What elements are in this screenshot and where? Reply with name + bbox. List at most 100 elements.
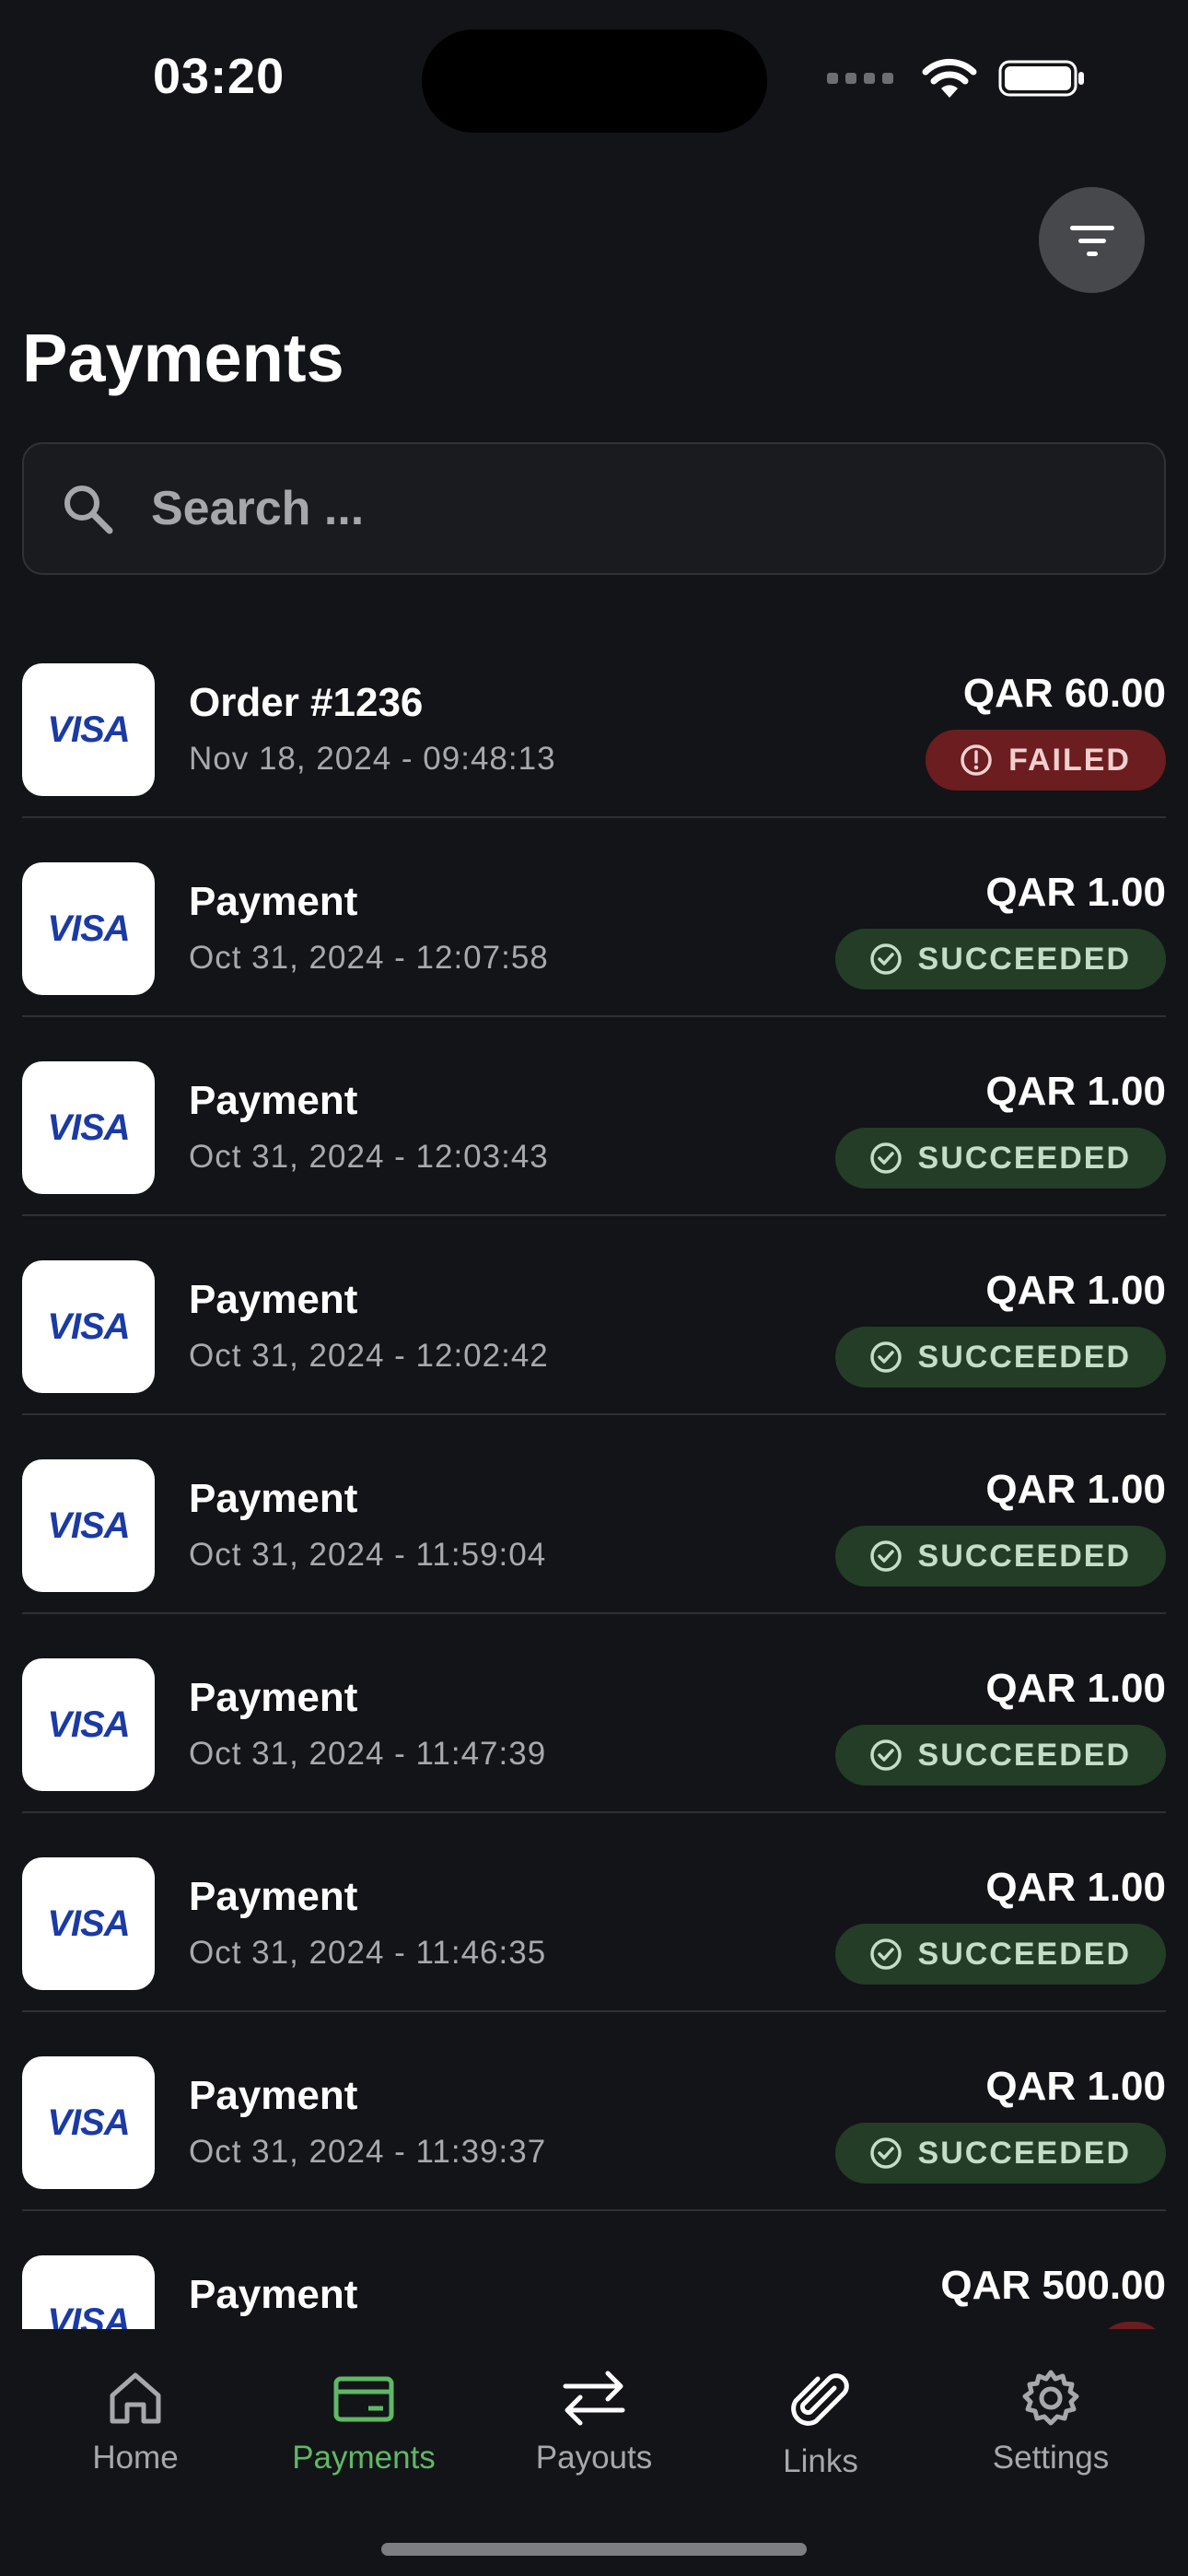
- payment-amount: QAR 1.00: [985, 870, 1166, 915]
- card-brand: VISA: [47, 2102, 130, 2143]
- search-bar[interactable]: [22, 442, 1166, 575]
- status-label: FAILED: [1008, 742, 1131, 778]
- payment-amount: QAR 1.00: [985, 2064, 1166, 2109]
- payment-row[interactable]: VISA Payment Oct 31, 2024 - 11:59:04 QAR 1.…: [22, 1415, 1166, 1614]
- visa-card-icon: VISA: [22, 1260, 155, 1393]
- search-icon: [64, 486, 113, 534]
- home-indicator[interactable]: [381, 2543, 807, 2556]
- tab-home[interactable]: Home: [25, 2368, 246, 2476]
- payment-row[interactable]: VISA Payment Oct 31, 2024 - 12:03:43 QAR 1.…: [22, 1017, 1166, 1216]
- dynamic-island: [422, 29, 767, 133]
- visa-card-icon: VISA: [22, 2255, 155, 2329]
- payment-date: Oct 31, 2024 - 12:07:58: [189, 940, 549, 976]
- card-brand: VISA: [47, 1704, 130, 1745]
- status-label: SUCCEEDED: [917, 1140, 1131, 1176]
- payment-title: Payment: [189, 1277, 358, 1322]
- payment-amount: QAR 1.00: [985, 1666, 1166, 1711]
- payment-date: Oct 31, 2024 - 11:39:37: [189, 2134, 547, 2170]
- status-label: SUCCEEDED: [917, 1538, 1131, 1574]
- payment-row[interactable]: VISA Payment Oct 31, 2024 - 11:47:39 QAR 1.…: [22, 1614, 1166, 1813]
- payment-title: Order #1236: [189, 680, 424, 725]
- tab-label: Payouts: [535, 2440, 653, 2476]
- card-brand: VISA: [47, 1505, 130, 1546]
- check-circle-icon: [869, 1341, 902, 1373]
- payment-row[interactable]: VISA Payment Oct 31, 2024 - 11:39:37 QAR 1.…: [22, 2012, 1166, 2211]
- tab-settings[interactable]: Settings: [940, 2368, 1161, 2476]
- tab-links[interactable]: Links: [710, 2368, 931, 2480]
- payment-date: Oct 31, 2024 - 12:03:43: [189, 1139, 549, 1175]
- card-brand: VISA: [47, 1107, 130, 1148]
- gear-icon: [1022, 2370, 1079, 2426]
- payment-date: Nov 18, 2024 - 09:48:13: [189, 741, 556, 777]
- payment-date: Oct 31, 2024 - 11:46:35: [189, 1935, 547, 1971]
- check-circle-icon: [869, 1938, 902, 1970]
- payment-title: Payment: [189, 2073, 358, 2118]
- status-badge: SUCCEEDED: [834, 1327, 1166, 1388]
- payment-amount: QAR 1.00: [985, 1865, 1166, 1910]
- visa-card-icon: VISA: [22, 1658, 155, 1791]
- payment-amount: QAR 500.00: [940, 2263, 1166, 2308]
- status-badge: FAILED: [926, 730, 1166, 790]
- payment-date: Oct 31, 2024 - 11:47:39: [189, 1736, 547, 1772]
- payment-row[interactable]: VISA Payment Oct 31, 2024 - 12:07:58 QAR 1.…: [22, 818, 1166, 1017]
- tab-payments[interactable]: Payments: [253, 2368, 474, 2476]
- check-circle-icon: [869, 2137, 902, 2169]
- filter-icon: [1069, 225, 1114, 256]
- paperclip-icon: [791, 2373, 849, 2426]
- battery-icon: [998, 60, 1084, 97]
- visa-card-icon: VISA: [22, 862, 155, 995]
- status-indicators: [827, 57, 1087, 100]
- payment-amount: QAR 1.00: [985, 1467, 1166, 1512]
- status-badge: SUCCEEDED: [834, 1924, 1166, 1985]
- page-title: Payments: [22, 320, 344, 396]
- tab-payouts[interactable]: Payouts: [483, 2368, 705, 2476]
- status-label: SUCCEEDED: [917, 941, 1131, 977]
- payment-title: Payment: [189, 1476, 358, 1521]
- payment-title: Payment: [189, 879, 358, 924]
- alert-icon: [961, 744, 992, 776]
- payment-title: Payment: [189, 1078, 358, 1123]
- status-label: SUCCEEDED: [917, 1936, 1131, 1972]
- status-badge: SUCCEEDED: [834, 2123, 1166, 2184]
- wifi-icon: [922, 58, 977, 98]
- check-circle-icon: [869, 1739, 902, 1771]
- search-input[interactable]: [151, 481, 1072, 536]
- payment-row[interactable]: VISA Payment Oct 31, 2024 - 11:46:35 QAR 1.…: [22, 1813, 1166, 2012]
- card-brand: VISA: [47, 1903, 130, 1944]
- check-circle-icon: [869, 1540, 902, 1572]
- visa-card-icon: VISA: [22, 1459, 155, 1592]
- status-label: SUCCEEDED: [917, 1737, 1131, 1773]
- tab-bar: Home Payments Payouts Links Settings: [0, 2329, 1188, 2576]
- payment-title: Payment: [189, 1675, 358, 1720]
- status-badge: SUCCEEDED: [834, 1128, 1166, 1188]
- visa-card-icon: VISA: [22, 1061, 155, 1194]
- payment-amount: QAR 60.00: [962, 671, 1166, 716]
- payment-date: Oct 31, 2024 - 11:59:04: [189, 1537, 547, 1573]
- card-brand: VISA: [47, 907, 130, 949]
- card-brand: VISA: [47, 2301, 130, 2330]
- payment-row[interactable]: VISA Payment QAR 500.00: [22, 2211, 1166, 2329]
- visa-card-icon: VISA: [22, 2056, 155, 2189]
- payment-amount: QAR 1.00: [985, 1268, 1166, 1313]
- payment-list[interactable]: VISA Order #1236 Nov 18, 2024 - 09:48:13 QA…: [0, 619, 1188, 2329]
- cellular-signal-icon: [827, 73, 893, 84]
- status-badge: SUCCEEDED: [834, 1526, 1166, 1587]
- status-time: 03:20: [153, 49, 285, 104]
- payment-row[interactable]: VISA Payment Oct 31, 2024 - 12:02:42 QAR 1.…: [22, 1216, 1166, 1415]
- tab-label: Home: [92, 2440, 179, 2476]
- tab-label: Payments: [292, 2440, 436, 2476]
- status-label: SUCCEEDED: [917, 2135, 1131, 2171]
- tab-label: Settings: [992, 2440, 1110, 2476]
- filter-button[interactable]: [1039, 187, 1145, 293]
- payment-title: Payment: [189, 1874, 358, 1919]
- tab-label: Links: [783, 2443, 858, 2479]
- status-badge: SUCCEEDED: [834, 1725, 1166, 1786]
- payments-screen: 03:20 Payments VISAOrde: [0, 0, 1188, 2576]
- payment-amount: QAR 1.00: [985, 1069, 1166, 1114]
- visa-card-icon: VISA: [22, 1857, 155, 1990]
- payment-date: Oct 31, 2024 - 12:02:42: [189, 1338, 549, 1374]
- payment-row[interactable]: VISA Order #1236 Nov 18, 2024 - 09:48:13 QA…: [22, 619, 1166, 818]
- transfer-arrows-icon: [563, 2371, 625, 2426]
- card-brand: VISA: [47, 708, 130, 750]
- check-circle-icon: [869, 1142, 902, 1174]
